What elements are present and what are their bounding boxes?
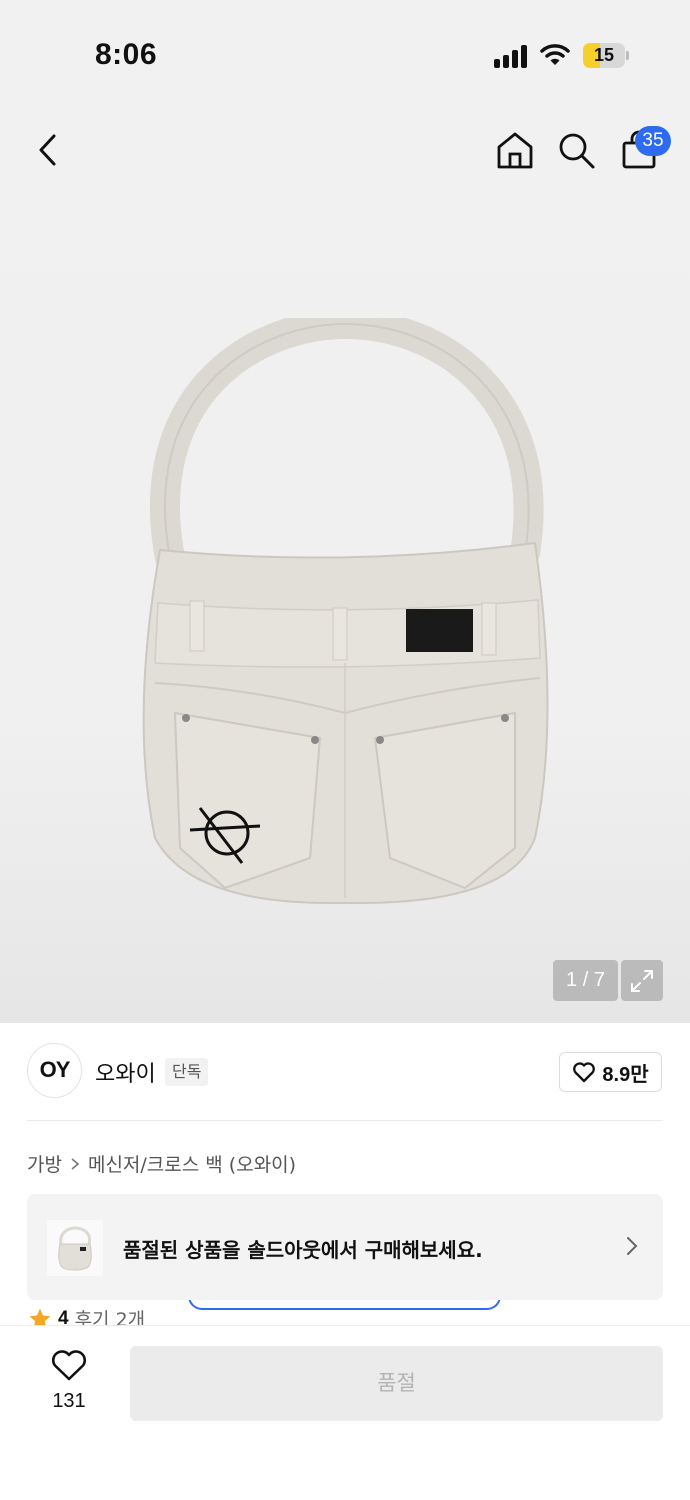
soldout-notice-banner[interactable]: 품절된 상품을 솔드아웃에서 구매해보세요. — [27, 1194, 663, 1300]
wifi-icon — [540, 44, 570, 65]
brand-row: OY 오와이 단독 8.9만 — [27, 1043, 663, 1101]
divider — [27, 1120, 663, 1121]
brand-like-count: 8.9만 — [602, 1063, 649, 1086]
heart-icon — [573, 1062, 596, 1083]
sold-out-button[interactable]: 품절 — [130, 1346, 663, 1421]
top-navigation — [0, 122, 690, 182]
wishlist-count: 131 — [52, 1390, 86, 1412]
back-button[interactable] — [26, 128, 70, 172]
home-button[interactable] — [493, 128, 537, 172]
battery-icon: 15 — [583, 43, 629, 68]
brand-logo[interactable]: OY — [27, 1043, 82, 1098]
heart-icon — [52, 1350, 86, 1381]
soldout-notice-text: 품절된 상품을 솔드아웃에서 구매해보세요. — [123, 1238, 483, 1262]
chevron-right-icon — [627, 1237, 638, 1255]
wishlist-button[interactable]: 131 — [40, 1348, 98, 1418]
gallery-pager: 1 / 7 — [553, 960, 618, 1001]
product-page: 8:06 15 35 1 / 7 OY 오와이 단독 8.9만 가방 메신저/크… — [0, 0, 690, 1500]
search-icon — [559, 133, 595, 169]
chevron-right-icon — [71, 1157, 80, 1170]
search-button[interactable] — [554, 128, 598, 172]
breadcrumb-category[interactable]: 가방 — [27, 1150, 62, 1177]
chevron-left-icon — [39, 134, 56, 166]
exclusive-badge: 단독 — [165, 1058, 209, 1086]
brand-name[interactable]: 오와이 — [95, 1056, 156, 1088]
signal-icon — [494, 44, 530, 68]
status-bar: 8:06 15 — [0, 0, 690, 110]
home-icon — [497, 132, 533, 169]
expand-icon — [631, 969, 653, 992]
product-thumbnail — [47, 1220, 103, 1276]
cart-count-badge: 35 — [635, 126, 671, 156]
breadcrumb: 가방 메신저/크로스 백 (오와이) — [27, 1150, 296, 1177]
status-time: 8:06 — [95, 38, 158, 71]
product-image — [142, 318, 549, 904]
battery-level: 15 — [593, 45, 615, 65]
bottom-action-bar: 131 품절 — [0, 1325, 690, 1500]
breadcrumb-subcategory[interactable]: 메신저/크로스 백 (오와이) — [88, 1150, 296, 1177]
product-image-gallery[interactable]: 8:06 15 35 1 / 7 — [0, 0, 690, 1023]
fullscreen-button[interactable] — [621, 960, 663, 1001]
brand-like-button[interactable]: 8.9만 — [559, 1052, 662, 1092]
